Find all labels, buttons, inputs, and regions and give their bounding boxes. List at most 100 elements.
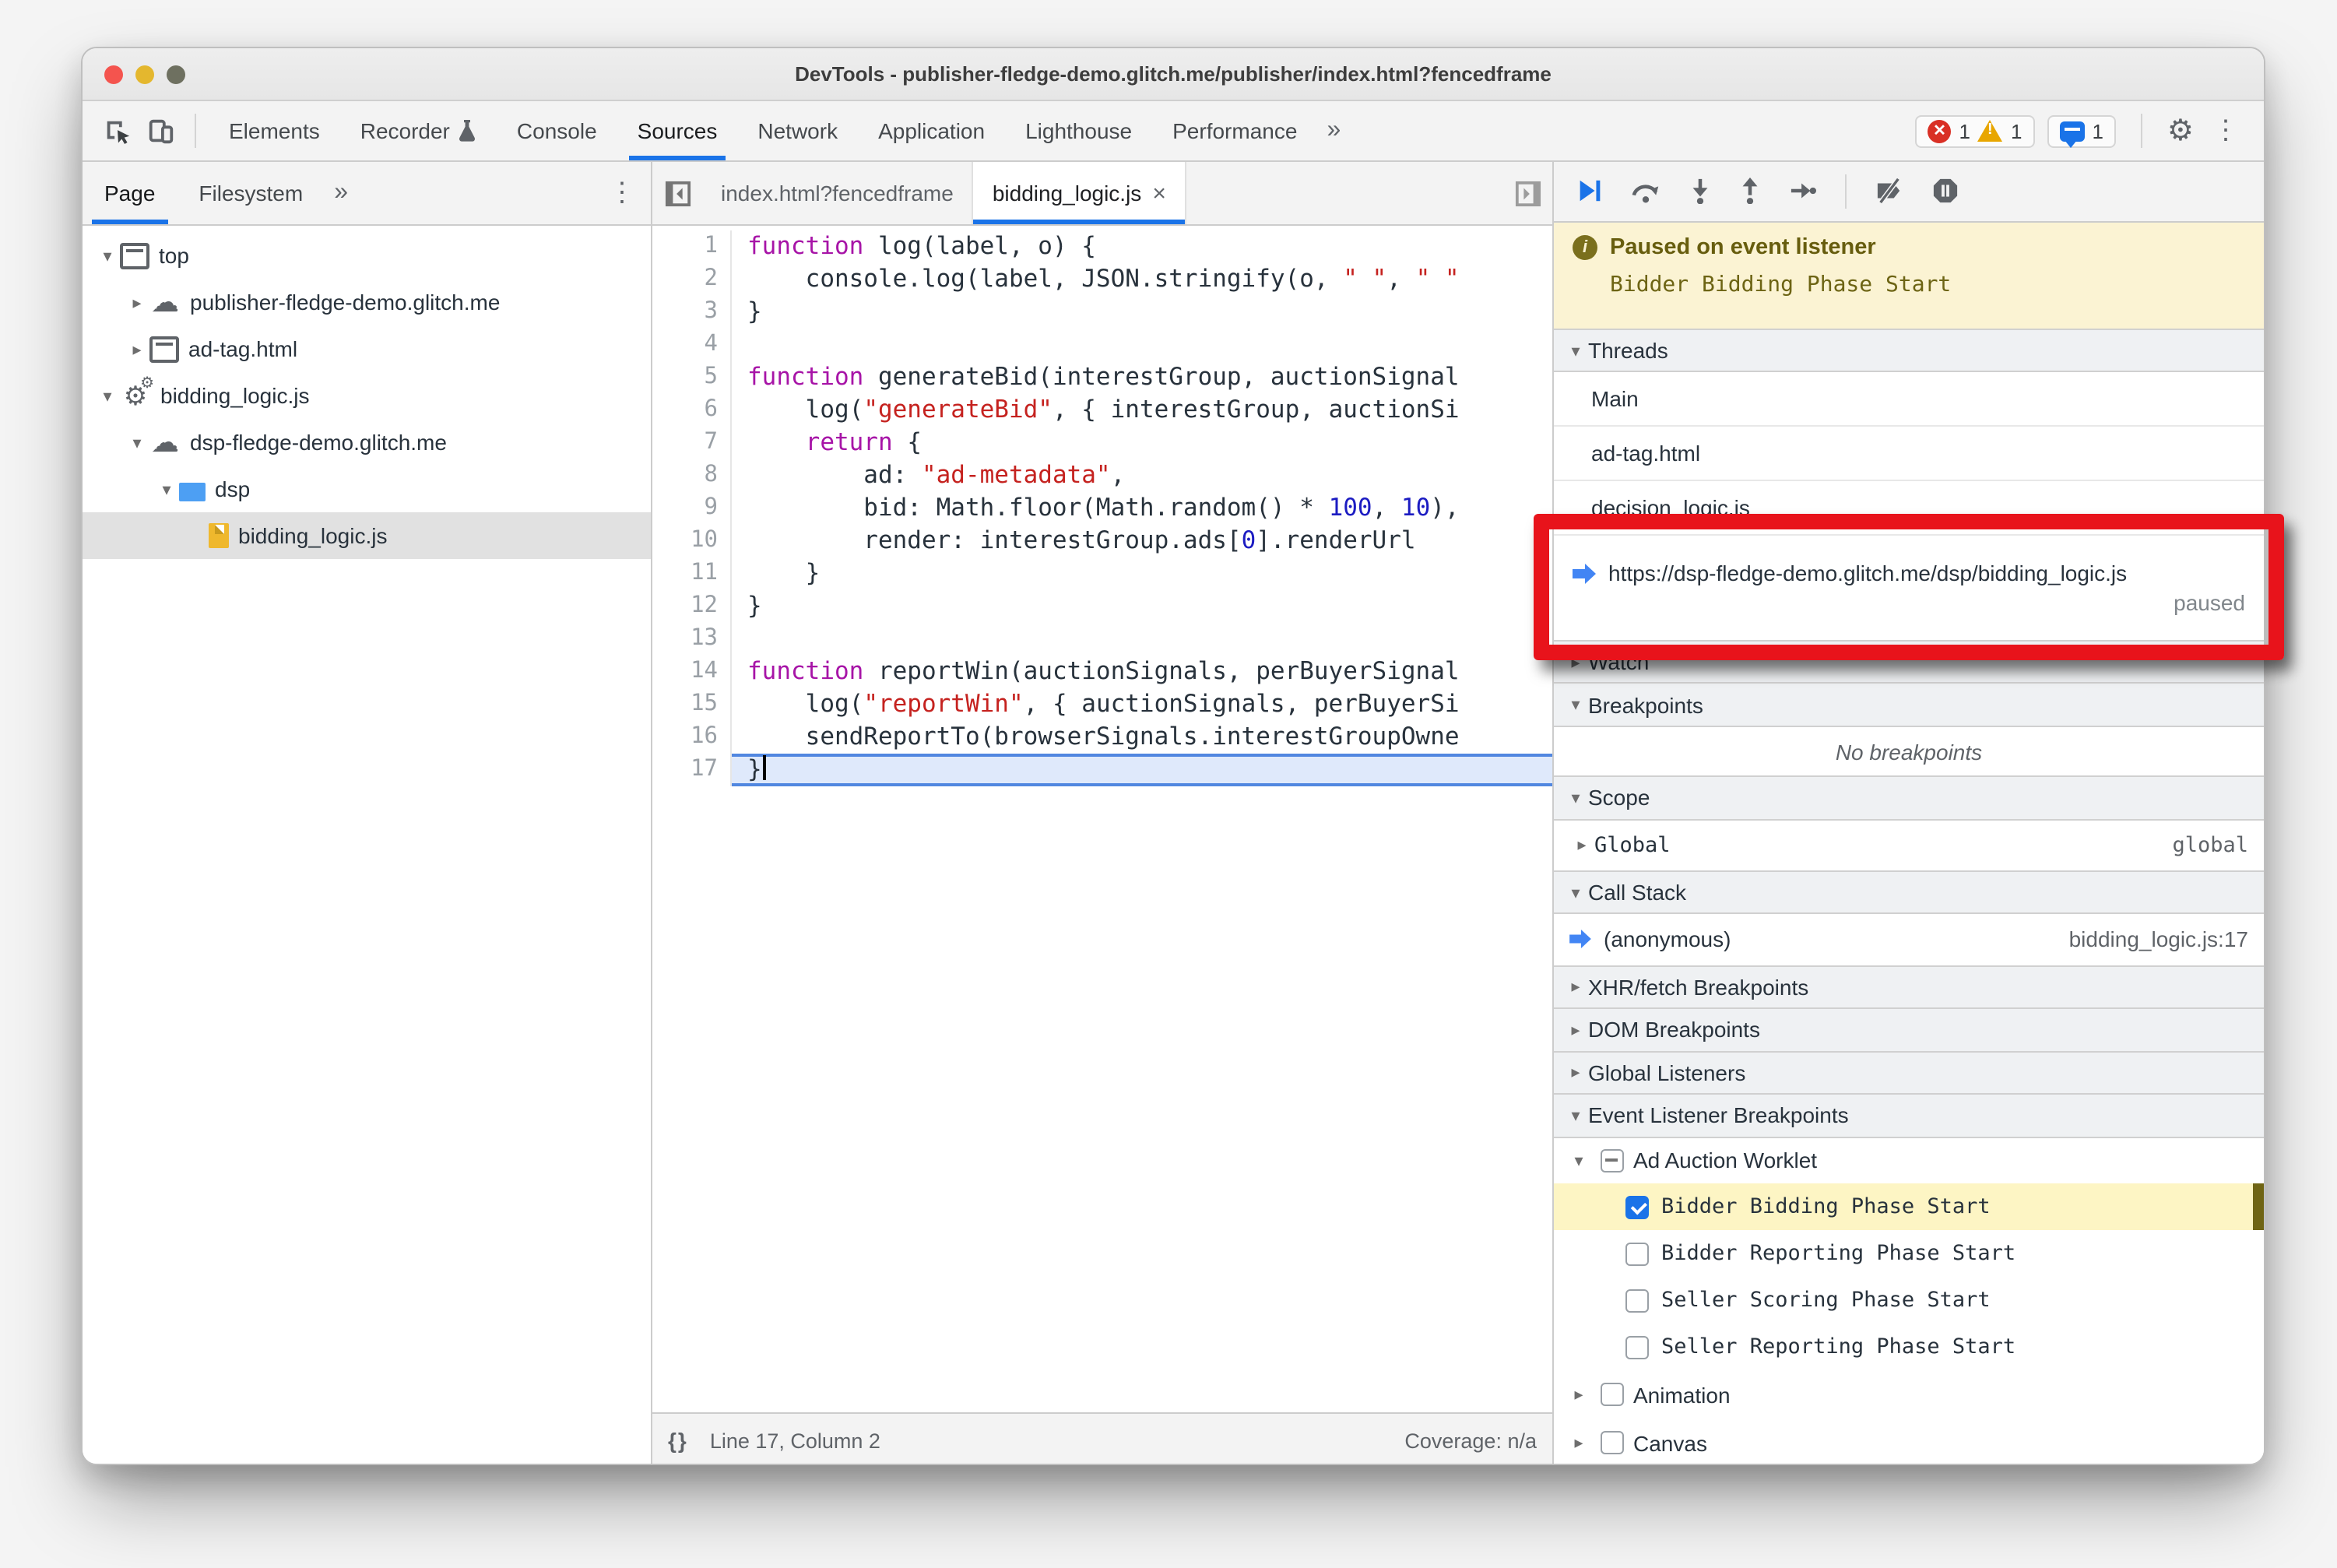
panel-tab-elements[interactable]: Elements [209,101,340,160]
line-number[interactable]: 11 [652,557,732,590]
more-panels-chevron[interactable]: » [1317,117,1350,145]
tab-filesystem[interactable]: Filesystem [177,162,325,224]
category-checkbox-indeterminate[interactable] [1601,1148,1624,1172]
pretty-print-icon[interactable]: {} [668,1428,688,1453]
code-line-content[interactable]: function generateBid(interestGroup, auct… [732,361,1552,394]
line-number[interactable]: 12 [652,590,732,623]
code-line-10[interactable]: 10 render: interestGroup.ads[0].renderUr… [652,525,1552,557]
code-line-11[interactable]: 11 } [652,557,1552,590]
step-over-icon[interactable] [1630,178,1661,205]
tree-item-top[interactable]: ▾ top [83,232,651,279]
section-watch[interactable]: Watch [1554,639,2264,684]
messages-badge[interactable]: 1 [2047,114,2116,147]
collapse-icon[interactable]: ▾ [125,432,149,452]
line-number[interactable]: 13 [652,623,732,656]
line-number[interactable]: 1 [652,230,732,263]
code-line-4[interactable]: 4 [652,329,1552,361]
code-line-content[interactable] [732,623,1552,656]
editor-tab-index-html[interactable]: index.html?fencedframe [702,162,974,224]
checkbox-checked[interactable] [1625,1195,1649,1219]
step-into-icon[interactable] [1689,178,1711,205]
line-number[interactable]: 15 [652,688,732,721]
code-line-2[interactable]: 2 console.log(label, JSON.stringify(o, "… [652,263,1552,296]
close-tab-icon[interactable]: × [1152,180,1166,206]
pause-on-exceptions-icon[interactable] [1932,178,1959,205]
section-xhr-breakpoints[interactable]: XHR/fetch Breakpoints [1554,965,2264,1010]
section-scope[interactable]: Scope [1554,775,2264,821]
code-line-14[interactable]: 14 function reportWin(auctionSignals, per… [652,656,1552,688]
code-line-content[interactable]: bid: Math.floor(Math.random() * 100, 10)… [732,492,1552,525]
thread-row-decision-logic-js[interactable]: decision_logic.js [1554,482,2264,536]
checkbox-unchecked[interactable] [1625,1242,1649,1266]
section-dom-breakpoints[interactable]: DOM Breakpoints [1554,1007,2264,1053]
expand-icon[interactable]: ▸ [1566,1384,1591,1405]
code-line-6[interactable]: 6 log("generateBid", { interestGroup, au… [652,394,1552,427]
line-number[interactable]: 8 [652,459,732,492]
line-number[interactable]: 5 [652,361,732,394]
panel-tab-application[interactable]: Application [858,101,1005,160]
tree-item-dsp-fledge-demo-glitch-me[interactable]: ▾ ☁ dsp-fledge-demo.glitch.me [83,419,651,466]
collapse-icon[interactable]: ▾ [154,479,179,499]
hide-navigator-icon[interactable] [659,174,696,212]
code-line-content[interactable]: log("reportWin", { auctionSignals, perBu… [732,688,1552,721]
line-number[interactable]: 17 [652,754,732,786]
issues-badge[interactable]: ✕ 1 1 [1915,114,2035,147]
device-toolbar-icon[interactable] [139,109,182,153]
code-line-content[interactable]: function log(label, o) { [732,230,1552,263]
panel-tab-recorder[interactable]: Recorder [340,101,497,160]
section-global-listeners[interactable]: Global Listeners [1554,1050,2264,1095]
code-line-content[interactable]: console.log(label, JSON.stringify(o, " "… [732,263,1552,296]
code-line-12[interactable]: 12} [652,590,1552,623]
section-threads[interactable]: Threads [1554,328,2264,373]
editor-tab-bidding-logic[interactable]: bidding_logic.js × [973,162,1186,224]
code-line-8[interactable]: 8 ad: "ad-metadata", [652,459,1552,492]
code-line-content[interactable]: log("generateBid", { interestGroup, auct… [732,394,1552,427]
collapse-icon[interactable]: ▾ [95,385,120,406]
event-category-animation[interactable]: ▸ Animation [1554,1370,2264,1419]
tab-page[interactable]: Page [83,162,177,224]
deactivate-breakpoints-icon[interactable] [1875,178,1904,205]
checkbox-unchecked[interactable] [1625,1289,1649,1313]
section-call-stack[interactable]: Call Stack [1554,870,2264,915]
line-number[interactable]: 3 [652,296,732,329]
tree-item-dsp[interactable]: ▾ dsp [83,466,651,512]
event-category-ad-auction-worklet[interactable]: ▾ Ad Auction Worklet [1554,1137,2264,1183]
code-line-3[interactable]: 3} [652,296,1552,329]
event-breakpoint-bidder-reporting-phase-start[interactable]: Bidder Reporting Phase Start [1554,1230,2264,1277]
code-line-content[interactable] [732,329,1552,361]
line-number[interactable]: 10 [652,525,732,557]
code-line-content[interactable]: } [732,296,1552,329]
checkbox-unchecked[interactable] [1625,1335,1649,1359]
code-line-17[interactable]: 17} [652,754,1552,786]
step-icon[interactable] [1789,178,1817,205]
scope-global-row[interactable]: ▸ Global global [1554,820,2264,872]
event-breakpoint-bidder-bidding-phase-start[interactable]: Bidder Bidding Phase Start [1554,1183,2264,1231]
collapse-icon[interactable]: ▾ [95,245,120,265]
event-category-canvas[interactable]: ▸ Canvas [1554,1419,2264,1464]
expand-icon[interactable]: ▸ [1569,835,1594,855]
step-out-icon[interactable] [1739,178,1761,205]
code-line-content[interactable]: } [732,557,1552,590]
code-editor[interactable]: 1 function log(label, o) {2 console.log(l… [652,226,1552,1412]
thread-row-main[interactable]: Main [1554,373,2264,427]
inspect-element-icon[interactable] [95,109,139,153]
line-number[interactable]: 4 [652,329,732,361]
checkbox-unchecked[interactable] [1601,1383,1624,1407]
code-line-5[interactable]: 5 function generateBid(interestGroup, auc… [652,361,1552,394]
panel-tab-sources[interactable]: Sources [617,101,738,160]
line-number[interactable]: 7 [652,427,732,459]
expand-icon[interactable]: ▸ [1566,1433,1591,1453]
code-line-1[interactable]: 1 function log(label, o) { [652,230,1552,263]
code-line-content[interactable]: sendReportTo(browserSignals.interestGrou… [732,721,1552,754]
code-line-content[interactable]: } [732,754,1552,786]
checkbox-unchecked[interactable] [1601,1431,1624,1455]
code-line-15[interactable]: 15 log("reportWin", { auctionSignals, pe… [652,688,1552,721]
tree-item-publisher-fledge-demo-glitch-me[interactable]: ▸ ☁ publisher-fledge-demo.glitch.me [83,279,651,325]
panel-tab-console[interactable]: Console [497,101,617,160]
tree-item-bidding-logic-js[interactable]: bidding_logic.js [83,512,651,559]
code-line-7[interactable]: 7 return { [652,427,1552,459]
line-number[interactable]: 14 [652,656,732,688]
event-breakpoint-seller-scoring-phase-start[interactable]: Seller Scoring Phase Start [1554,1277,2264,1324]
more-navigator-tabs-chevron[interactable]: » [325,179,357,207]
current-thread-row[interactable]: https://dsp-fledge-demo.glitch.me/dsp/bi… [1554,536,2264,642]
